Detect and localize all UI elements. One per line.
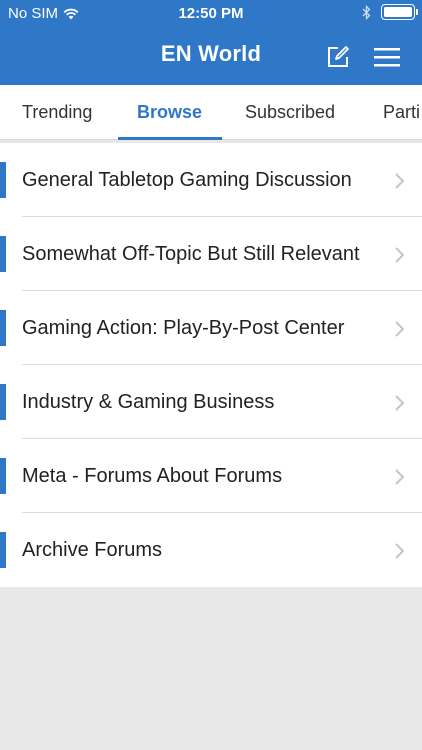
row-accent-bar — [0, 236, 6, 272]
row-accent-bar — [0, 532, 6, 568]
tab-trending[interactable]: Trending — [22, 85, 92, 139]
tab-subscribed[interactable]: Subscribed — [245, 85, 335, 139]
forum-label: Gaming Action: Play-By-Post Center — [22, 317, 345, 339]
list-item[interactable]: Gaming Action: Play-By-Post Center — [0, 291, 422, 365]
forum-label: Archive Forums — [22, 539, 163, 561]
row-accent-bar — [0, 384, 6, 420]
page-title: EN World — [160, 41, 262, 66]
status-bar: No SIM 12:50 PM — [0, 0, 422, 28]
list-item[interactable]: Somewhat Off-Topic But Still Relevant — [0, 217, 422, 291]
list-item[interactable]: Meta - Forums About Forums — [0, 439, 422, 513]
chevron-right-icon — [395, 173, 405, 189]
compose-icon — [328, 46, 349, 67]
forum-label: Industry & Gaming Business — [22, 391, 275, 413]
chevron-right-icon — [395, 395, 405, 411]
forum-list: General Tabletop Gaming Discussion Somew… — [0, 143, 422, 587]
row-accent-bar — [0, 310, 6, 346]
row-accent-bar — [0, 162, 6, 198]
tab-browse[interactable]: Browse — [137, 85, 202, 139]
status-right-icons — [362, 4, 418, 20]
hamburger-menu-icon — [374, 48, 400, 67]
status-time: 12:50 PM — [178, 5, 244, 22]
chevron-right-icon — [395, 321, 405, 337]
chevron-right-icon — [395, 543, 405, 559]
tab-bar: Trending Browse Subscribed Parti — [0, 85, 422, 140]
forum-label: Somewhat Off-Topic But Still Relevant — [22, 243, 360, 265]
chevron-right-icon — [395, 469, 405, 485]
active-tab-indicator — [118, 137, 222, 140]
forum-label: Meta - Forums About Forums — [22, 465, 283, 487]
bluetooth-icon — [362, 4, 371, 20]
compose-button[interactable] — [323, 42, 353, 72]
menu-button[interactable] — [372, 42, 402, 72]
list-item[interactable]: Industry & Gaming Business — [0, 365, 422, 439]
row-accent-bar — [0, 458, 6, 494]
list-item[interactable]: General Tabletop Gaming Discussion — [0, 143, 422, 217]
battery-icon — [381, 4, 418, 20]
top-bar: No SIM 12:50 PM EN World — [0, 0, 422, 85]
app-screen: No SIM 12:50 PM EN World Trending Browse… — [0, 0, 422, 750]
forum-label: General Tabletop Gaming Discussion — [22, 169, 352, 191]
list-item[interactable]: Archive Forums — [0, 513, 422, 587]
tab-participated[interactable]: Parti — [383, 85, 420, 139]
chevron-right-icon — [395, 247, 405, 263]
